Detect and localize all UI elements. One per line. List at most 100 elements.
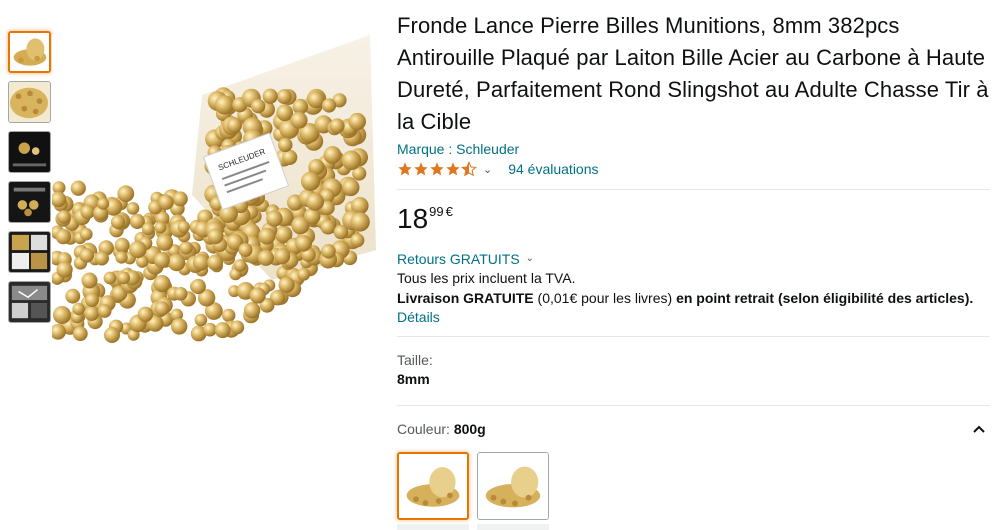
brass-ball [117, 185, 135, 203]
brass-ball [57, 210, 71, 224]
delivery-info: Livraison GRATUITE (0,01€ pour les livre… [397, 288, 990, 308]
brass-ball [179, 241, 193, 255]
star-full-icon [414, 162, 428, 176]
brass-ball [276, 104, 294, 122]
brass-ball [295, 235, 312, 252]
brass-ball [72, 302, 85, 316]
brass-ball [190, 278, 206, 295]
brass-ball [56, 261, 73, 278]
color-swatch-800g[interactable] [397, 452, 469, 520]
brass-ball [115, 251, 128, 264]
brass-ball [207, 228, 224, 245]
brass-ball [110, 214, 126, 230]
brass-ball [158, 194, 174, 210]
brass-ball [243, 302, 261, 319]
size-label: Taille: [397, 352, 433, 368]
swatch-price-placeholders [397, 524, 990, 530]
color-selector-header[interactable]: Couleur: 800g [397, 420, 990, 438]
color-value: 800g [453, 421, 486, 437]
brass-ball [194, 313, 208, 327]
thumbnail-5[interactable] [8, 231, 51, 273]
chevron-down-icon: ⌄ [525, 253, 535, 264]
thumbnail-3[interactable] [8, 131, 51, 173]
star-half-icon [461, 161, 477, 177]
brass-ball [70, 180, 86, 196]
brass-ball [278, 276, 295, 293]
thumbnail-image-5 [9, 232, 50, 272]
color-label-group: Couleur: 800g [397, 420, 486, 438]
brass-ball [84, 306, 100, 321]
brass-ball [276, 89, 292, 105]
brass-ball [341, 150, 362, 171]
color-swatches [397, 452, 990, 520]
size-selector: Taille: 8mm [397, 351, 990, 389]
star-rating[interactable] [397, 161, 477, 177]
brass-ball [348, 112, 366, 131]
divider [397, 405, 990, 406]
brass-ball [274, 248, 291, 265]
brass-ball [306, 192, 324, 211]
thumbnail-image-4 [9, 182, 50, 222]
thumbnail-1[interactable] [8, 31, 51, 73]
brass-ball [53, 306, 71, 324]
brand-link[interactable]: Marque : Schleuder [397, 140, 990, 158]
free-returns-link[interactable]: Retours GRATUITS ⌄ [397, 250, 990, 268]
brass-ball [266, 210, 283, 227]
brass-ball [350, 233, 365, 248]
rating-row: ⌄ 94 évaluations [397, 159, 990, 179]
brass-ball [290, 111, 308, 129]
price-fraction: 99 [429, 204, 444, 219]
brass-ball [126, 202, 140, 215]
brass-ball [333, 224, 349, 240]
details-link[interactable]: Détails [397, 308, 990, 326]
brass-ball [153, 275, 171, 293]
thumbnail-image-1 [10, 33, 49, 71]
thumbnail-4[interactable] [8, 181, 51, 223]
brass-ball [226, 117, 242, 133]
brass-ball [65, 288, 81, 304]
brass-ball [55, 228, 72, 245]
star-full-icon [430, 162, 444, 176]
brass-ball [72, 326, 88, 341]
brass-ball [300, 171, 321, 191]
thumbnail-image-6 [9, 282, 50, 322]
thumbnail-image-2 [9, 82, 50, 122]
brass-ball [80, 227, 93, 241]
brass-ball [177, 220, 190, 233]
brass-ball [282, 149, 298, 165]
brass-ball [141, 222, 155, 236]
swatch-price-placeholder [477, 524, 549, 530]
price-whole: 18 [397, 203, 429, 234]
brass-ball [167, 253, 186, 272]
brass-ball [192, 254, 210, 271]
free-returns-label: Retours GRATUITS [397, 251, 520, 267]
delivery-normal: (0,01€ pour les livres) [533, 290, 677, 306]
delivery-bold: Livraison GRATUITE [397, 290, 534, 306]
brass-ball [173, 287, 188, 301]
brass-ball [262, 88, 278, 104]
thumbnail-6[interactable] [8, 281, 51, 323]
brass-ball [278, 137, 293, 153]
brass-ball [320, 219, 336, 235]
color-swatch-alt[interactable] [477, 452, 549, 520]
divider [397, 189, 990, 190]
chevron-up-icon[interactable] [970, 420, 988, 438]
brass-ball [258, 227, 276, 245]
brass-ball [207, 254, 224, 271]
brass-ball [323, 146, 342, 164]
thumbnail-2[interactable] [8, 81, 51, 123]
brass-ball [114, 237, 130, 253]
thumbnail-image-3 [9, 132, 50, 172]
swatch-image-1 [399, 454, 467, 518]
brass-ball [238, 243, 253, 257]
brass-ball [257, 249, 274, 266]
product-info-panel: Fronde Lance Pierre Billes Munitions, 8m… [397, 10, 990, 530]
brass-ball [214, 322, 231, 339]
brass-ball [172, 191, 188, 207]
brass-ball [97, 304, 112, 318]
delivery-bold-2: en point retrait (selon éligibilité des … [676, 290, 974, 306]
product-title: Fronde Lance Pierre Billes Munitions, 8m… [397, 13, 989, 134]
chevron-down-icon[interactable]: ⌄ [483, 163, 492, 176]
reviews-link[interactable]: 94 évaluations [508, 161, 598, 177]
main-product-image[interactable]: SCHLEUDER [52, 35, 380, 345]
